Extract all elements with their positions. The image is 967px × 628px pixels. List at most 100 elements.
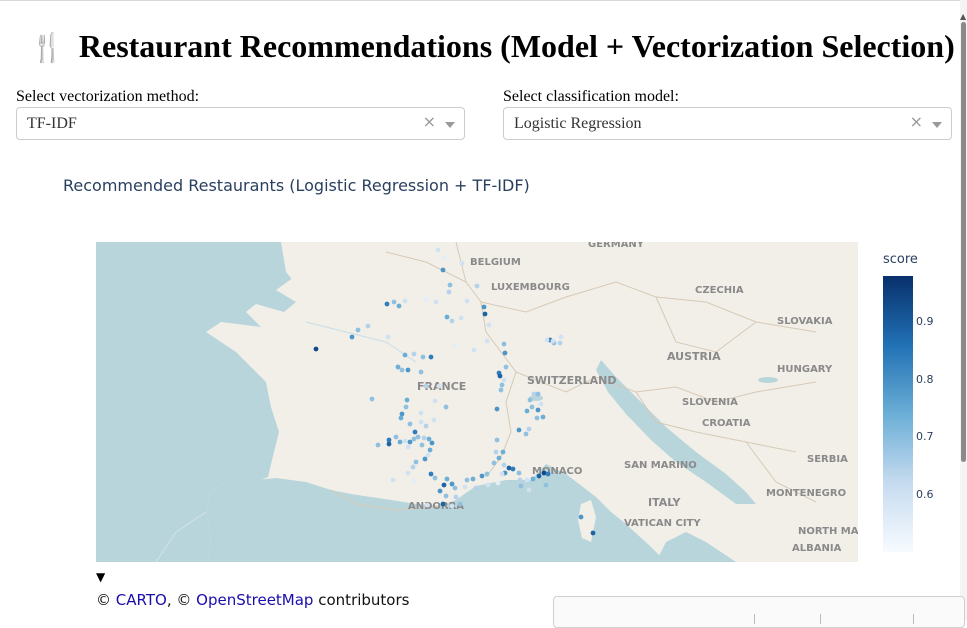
restaurant-marker[interactable] [544,337,550,343]
restaurant-marker[interactable] [538,401,544,407]
restaurant-marker[interactable] [391,299,397,305]
restaurant-marker[interactable] [444,476,450,482]
restaurant-marker[interactable] [441,255,447,261]
restaurant-marker[interactable] [526,487,532,493]
restaurant-marker[interactable] [499,382,505,388]
restaurant-marker[interactable] [426,436,432,442]
restaurant-marker[interactable] [486,322,492,328]
restaurant-marker[interactable] [411,478,417,484]
restaurant-marker[interactable] [428,354,434,360]
restaurant-marker[interactable] [485,482,491,488]
restaurant-marker[interactable] [441,482,447,488]
restaurant-marker[interactable] [405,444,411,450]
restaurant-marker[interactable] [369,396,375,402]
restaurant-marker[interactable] [393,434,399,440]
restaurant-marker[interactable] [436,383,442,389]
restaurant-marker[interactable] [410,464,416,470]
restaurant-marker[interactable] [540,414,546,420]
restaurant-marker[interactable] [457,501,463,507]
restaurant-marker[interactable] [407,421,413,427]
restaurant-marker[interactable] [418,419,424,425]
restaurant-marker[interactable] [501,462,507,468]
restaurant-marker[interactable] [590,530,596,536]
classification-dropdown[interactable]: Logistic Regression × [503,107,952,140]
restaurant-marker[interactable] [444,314,450,320]
restaurant-marker[interactable] [500,449,506,455]
restaurant-marker[interactable] [545,471,551,477]
restaurant-marker[interactable] [453,494,459,500]
restaurant-marker[interactable] [452,485,458,491]
restaurant-marker[interactable] [413,459,419,465]
restaurant-marker[interactable] [499,471,505,477]
restaurant-marker[interactable] [524,477,530,483]
restaurant-marker[interactable] [422,456,428,462]
restaurant-marker[interactable] [349,334,355,340]
scroll-up-icon[interactable]: ▲ [960,12,966,21]
restaurant-marker[interactable] [425,452,431,458]
restaurant-marker[interactable] [495,480,501,486]
restaurant-marker[interactable] [516,427,522,433]
restaurant-marker[interactable] [432,475,438,481]
restaurant-marker[interactable] [396,303,402,309]
restaurant-marker[interactable] [405,470,411,476]
restaurant-marker[interactable] [494,437,500,443]
restaurant-marker[interactable] [471,347,477,353]
restaurant-marker[interactable] [440,267,446,273]
restaurant-marker[interactable] [535,391,541,397]
restaurant-marker[interactable] [449,481,455,487]
restaurant-marker[interactable] [550,338,556,344]
restaurant-marker[interactable] [452,343,458,349]
vertical-scrollbar[interactable]: ▲ [960,0,967,620]
restaurant-marker[interactable] [502,350,508,356]
map-canvas[interactable]: GERMANY BELGIUM LUXEMBOURG CZECHIA SLOVA… [96,242,858,562]
restaurant-marker[interactable] [420,354,426,360]
restaurant-marker[interactable] [429,440,435,446]
restaurant-marker[interactable] [524,408,530,414]
chevron-down-icon[interactable] [932,122,942,128]
restaurant-marker[interactable] [497,373,503,379]
restaurant-marker[interactable] [464,477,470,483]
debug-panel[interactable] [553,596,965,628]
restaurant-marker[interactable] [536,473,542,479]
restaurant-marker[interactable] [494,406,500,412]
restaurant-marker[interactable] [411,436,417,442]
restaurant-marker[interactable] [501,377,507,383]
restaurant-marker[interactable] [493,449,499,455]
restaurant-marker[interactable] [449,318,455,324]
restaurant-marker[interactable] [474,283,480,289]
restaurant-marker[interactable] [390,477,396,483]
restaurant-marker[interactable] [446,289,452,295]
restaurant-marker[interactable] [484,471,490,477]
restaurant-marker[interactable] [412,429,418,435]
restaurant-marker[interactable] [355,327,361,333]
restaurant-marker[interactable] [432,398,438,404]
restaurant-marker[interactable] [518,483,524,489]
restaurant-marker[interactable] [423,383,429,389]
restaurant-marker[interactable] [484,338,490,344]
restaurant-marker[interactable] [534,415,540,421]
restaurant-marker[interactable] [365,323,371,329]
restaurant-marker[interactable] [501,341,507,347]
restaurant-marker[interactable] [411,351,417,357]
restaurant-marker[interactable] [530,476,536,482]
restaurant-marker[interactable] [510,466,516,472]
restaurant-marker[interactable] [541,470,547,476]
restaurant-marker[interactable] [395,364,401,370]
restaurant-marker[interactable] [424,502,430,508]
restaurant-marker[interactable] [517,477,523,483]
restaurant-marker[interactable] [435,247,441,253]
restaurant-marker[interactable] [526,426,532,432]
restaurant-marker[interactable] [428,471,434,477]
vectorization-dropdown[interactable]: TF-IDF × [16,107,465,140]
restaurant-marker[interactable] [516,470,522,476]
openstreetmap-link[interactable]: OpenStreetMap [196,591,313,609]
restaurant-marker[interactable] [399,367,405,373]
restaurant-marker[interactable] [496,455,502,461]
restaurant-marker[interactable] [458,315,464,321]
restaurant-marker[interactable] [402,298,408,304]
clear-classification-icon[interactable]: × [910,112,923,131]
restaurant-marker[interactable] [449,503,455,509]
restaurant-marker[interactable] [529,404,535,410]
restaurant-marker[interactable] [443,404,449,410]
restaurant-marker[interactable] [398,415,404,421]
